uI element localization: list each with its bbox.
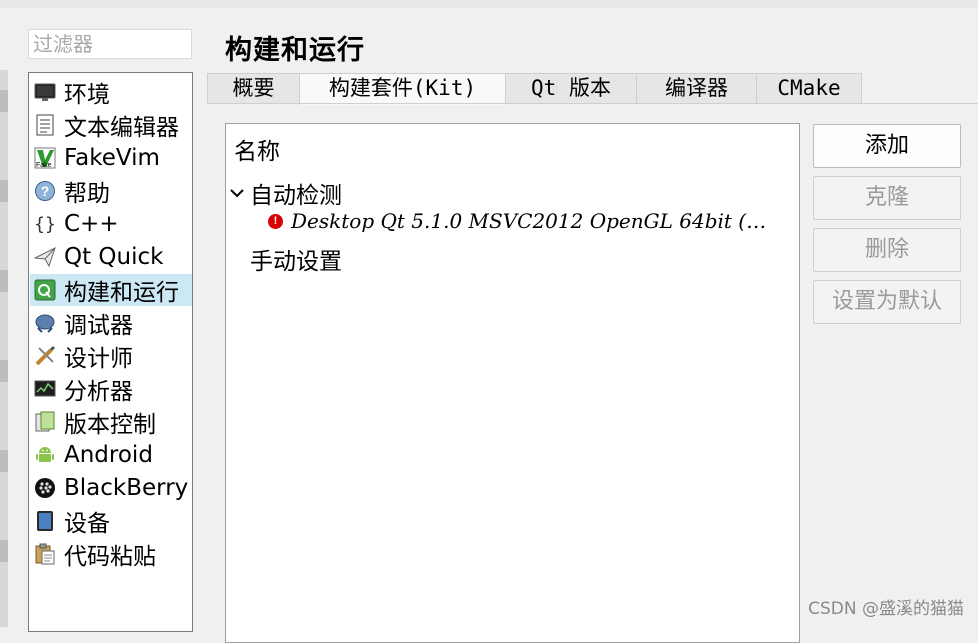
add-button[interactable]: 添加 <box>813 124 961 168</box>
sidebar-item-label: BlackBerry <box>64 475 189 501</box>
blackberry-icon <box>34 477 56 499</box>
sidebar-item-android[interactable]: Android <box>30 439 192 471</box>
window-top-strip <box>0 0 978 8</box>
tab-cmake[interactable]: CMake <box>756 73 862 104</box>
sidebar-item-blackberry[interactable]: BlackBerry <box>30 472 192 504</box>
tab-kits[interactable]: 构建套件(Kit) <box>299 73 506 105</box>
tree-group-label: 手动设置 <box>250 249 342 275</box>
help-icon: ? <box>34 180 56 202</box>
remove-button[interactable]: 删除 <box>813 228 961 272</box>
version-control-icon <box>34 411 56 433</box>
tree-group-auto-detected[interactable]: 自动检测 <box>228 176 342 210</box>
sidebar-item-cpp[interactable]: {} C++ <box>30 208 192 240</box>
sidebar-item-label: 代码粘贴 <box>64 544 156 570</box>
sidebar-item-label: 帮助 <box>64 181 110 207</box>
sidebar-item-label: 文本编辑器 <box>64 115 179 141</box>
text-document-icon <box>34 114 56 136</box>
sidebar-item-text-editor[interactable]: 文本编辑器 <box>30 109 192 141</box>
chevron-down-icon[interactable] <box>228 184 246 202</box>
tree-group-manual[interactable]: 手动设置 <box>250 242 342 276</box>
svg-text:Fake: Fake <box>36 162 52 169</box>
tab-overview[interactable]: 概要 <box>207 73 300 104</box>
sidebar-item-label: 环境 <box>64 82 110 108</box>
android-icon <box>34 444 56 466</box>
sidebar-item-label: 设备 <box>64 511 110 537</box>
sidebar-item-label: 设计师 <box>64 346 133 372</box>
sidebar-item-label: Qt Quick <box>64 244 164 270</box>
clone-button[interactable]: 克隆 <box>813 176 961 220</box>
filter-input-box[interactable] <box>28 29 192 59</box>
bug-icon <box>34 312 56 334</box>
tab-panel-border <box>207 103 978 104</box>
sidebar-item-label: 调试器 <box>64 313 133 339</box>
watermark: CSDN @盛溪的猫猫 <box>808 599 964 619</box>
sidebar-item-analyzer[interactable]: 分析器 <box>30 373 192 405</box>
sidebar-item-label: C++ <box>64 211 119 237</box>
kit-item-desktop-qt[interactable]: ! Desktop Qt 5.1.0 MSVC2012 OpenGL 64bit… <box>268 209 766 233</box>
sidebar-item-environment[interactable]: 环境 <box>30 76 192 108</box>
clipboard-icon <box>34 543 56 565</box>
fakevim-icon: Fake <box>34 147 56 169</box>
sidebar-item-code-pasting[interactable]: 代码粘贴 <box>30 538 192 570</box>
tab-qt-versions[interactable]: Qt 版本 <box>505 73 637 104</box>
sidebar-item-debugger[interactable]: 调试器 <box>30 307 192 339</box>
paper-plane-icon <box>34 246 56 268</box>
tablet-device-icon <box>34 510 56 532</box>
tab-compilers[interactable]: 编译器 <box>636 73 757 104</box>
sidebar-item-fakevim[interactable]: Fake FakeVim <box>30 142 192 174</box>
sidebar-item-designer[interactable]: 设计师 <box>30 340 192 372</box>
page-title: 构建和运行 <box>225 35 365 66</box>
background-window-edge <box>0 70 8 627</box>
sidebar-item-version-control[interactable]: 版本控制 <box>30 406 192 438</box>
sidebar-item-build-and-run[interactable]: 构建和运行 <box>30 274 192 306</box>
options-category-list: 环境 文本编辑器 Fake FakeVim ? 帮助 {} C++ Qt Qui… <box>28 72 193 632</box>
braces-icon: {} <box>34 213 56 235</box>
analyzer-chart-icon <box>34 378 56 400</box>
sidebar-item-label: 版本控制 <box>64 412 156 438</box>
sidebar-item-label: FakeVim <box>64 145 160 171</box>
designer-tools-icon <box>34 345 56 367</box>
qt-build-icon <box>34 279 56 301</box>
sidebar-item-label: 构建和运行 <box>64 280 179 306</box>
make-default-button[interactable]: 设置为默认 <box>813 280 961 324</box>
sidebar-item-label: Android <box>64 442 153 468</box>
sidebar-item-devices[interactable]: 设备 <box>30 505 192 537</box>
monitor-icon <box>34 81 56 103</box>
tree-group-label: 自动检测 <box>250 183 342 209</box>
sidebar-item-qt-quick[interactable]: Qt Quick <box>30 241 192 273</box>
error-icon: ! <box>268 213 283 229</box>
sidebar-item-help[interactable]: ? 帮助 <box>30 175 192 207</box>
svg-text:{}: {} <box>34 214 56 235</box>
column-header-name: 名称 <box>234 139 280 165</box>
kits-tree-view[interactable]: 名称 自动检测 ! Desktop Qt 5.1.0 MSVC2012 Open… <box>225 123 800 643</box>
filter-input[interactable] <box>33 30 183 58</box>
svg-text:?: ? <box>41 183 50 199</box>
kit-item-label: Desktop Qt 5.1.0 MSVC2012 OpenGL 64bit (… <box>291 209 767 233</box>
sidebar-item-label: 分析器 <box>64 379 133 405</box>
